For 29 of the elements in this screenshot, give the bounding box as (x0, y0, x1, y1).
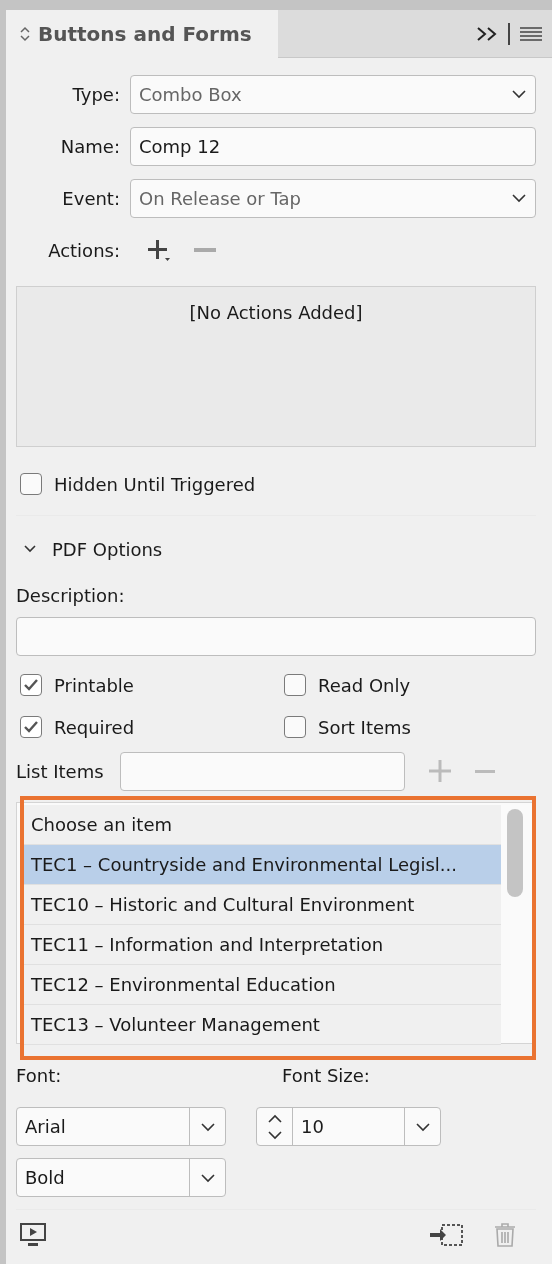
font-size-field[interactable]: 10 (256, 1107, 441, 1146)
font-label: Font: (16, 1064, 63, 1088)
font-style-dropdown[interactable]: Bold (16, 1158, 226, 1197)
checkbox-label: Sort Items (318, 715, 411, 740)
panel-tab[interactable]: Buttons and Forms (6, 10, 278, 58)
checkbox-label: Hidden Until Triggered (54, 472, 256, 497)
list-item[interactable]: TEC11 – Information and Interpretation (23, 925, 501, 965)
list-item[interactable]: TEC1 – Countryside and Environmental Legisl... (23, 845, 501, 885)
list-item[interactable]: Choose an item (23, 805, 501, 845)
checkbox-label: Printable (54, 673, 134, 698)
panel-title: Buttons and Forms (38, 21, 252, 48)
actions-label: Actions: (47, 238, 121, 263)
text-field[interactable]: Comp 12 (130, 126, 536, 166)
font-dropdown[interactable]: Arial (16, 1107, 226, 1146)
description-label: Description: (16, 584, 126, 608)
list-item[interactable]: TEC10 – Historic and Cultural Environment (23, 885, 501, 925)
empty-message: [No Actions Added] (189, 302, 363, 323)
list-items-label: List Items (16, 759, 105, 784)
list-item[interactable]: TEC13 – Volunteer Management (23, 1005, 501, 1045)
field-label: Type: (71, 82, 121, 107)
list-item[interactable]: TEC12 – Environmental Education (23, 965, 501, 1005)
dropdown[interactable]: Combo Box (130, 74, 536, 114)
section-title: PDF Options (52, 537, 163, 562)
dropdown[interactable]: On Release or Tap (130, 178, 536, 218)
checkbox-label: Required (54, 715, 135, 740)
field-label: Name: (59, 134, 121, 159)
font-size-label: Font Size: (282, 1064, 371, 1088)
field-label: Event: (61, 186, 121, 211)
checkbox-label: Read Only (318, 673, 411, 698)
